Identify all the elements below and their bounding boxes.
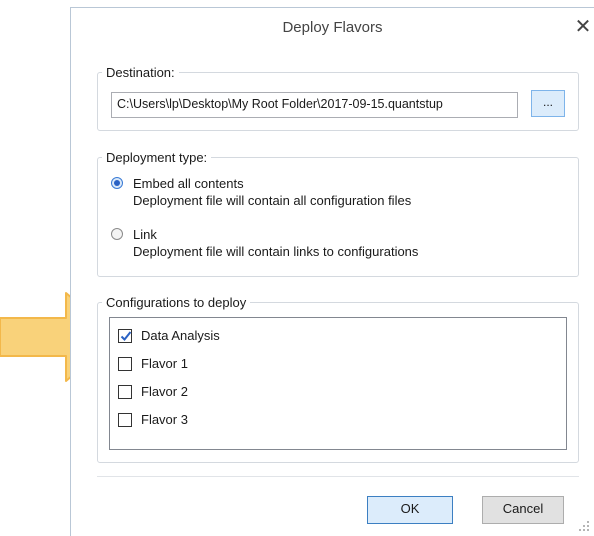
destination-legend: Destination: [106,65,175,80]
configurations-list[interactable]: Data Analysis Flavor 1 Flavor 2 Flavor 3 [109,317,567,450]
cancel-button[interactable]: Cancel [482,496,564,524]
checkmark-icon [120,331,132,341]
list-item-label: Data Analysis [141,328,220,343]
radio-button-link[interactable] [111,228,123,240]
list-item-label: Flavor 2 [141,384,188,399]
footer-divider [97,476,579,477]
title-bar: Deploy Flavors ✕ [71,8,594,46]
radio-label-link: Link [133,227,157,242]
list-item-label: Flavor 1 [141,356,188,371]
close-icon[interactable]: ✕ [572,15,594,39]
radio-description-embed: Deployment file will contain all configu… [133,193,412,208]
resize-grip-icon[interactable] [578,520,590,532]
browse-button[interactable]: ... [531,90,565,117]
destination-path-field[interactable]: C:\Users\lp\Desktop\My Root Folder\2017-… [111,92,518,118]
checkbox-flavor-2[interactable] [118,385,132,399]
dialog-title: Deploy Flavors [282,19,383,36]
deploy-flavors-dialog: Deploy Flavors ✕ Destination: C:\Users\l… [70,7,594,536]
checkbox-data-analysis[interactable] [118,329,132,343]
checkbox-flavor-3[interactable] [118,413,132,427]
radio-label-embed: Embed all contents [133,176,244,191]
radio-button-embed[interactable] [111,177,123,189]
configurations-legend: Configurations to deploy [106,295,247,310]
radio-description-link: Deployment file will contain links to co… [133,244,419,259]
deployment-type-legend: Deployment type: [106,150,208,165]
list-item-label: Flavor 3 [141,412,188,427]
checkbox-flavor-1[interactable] [118,357,132,371]
ok-button[interactable]: OK [367,496,453,524]
